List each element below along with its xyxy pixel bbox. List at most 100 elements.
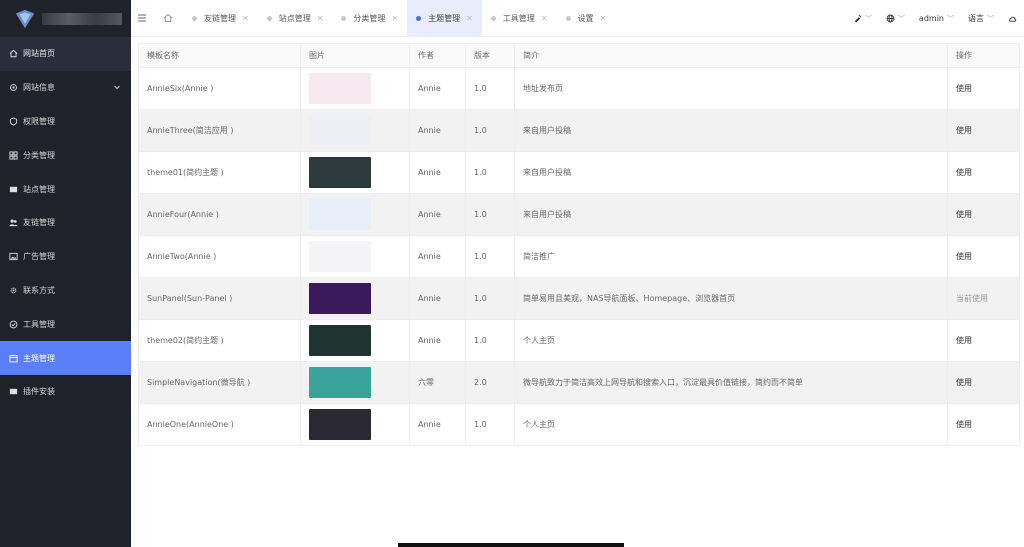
logo[interactable] <box>0 0 131 37</box>
chevron-down-icon <box>114 85 120 90</box>
theme-description: 微导航致力于简洁高效上网导航和搜索入口，沉淀最具价值链接，简约而不简单 <box>514 361 948 404</box>
chevron-down-icon: ﹀ <box>947 14 954 23</box>
theme-version: 2.0 <box>465 361 515 404</box>
theme-version: 1.0 <box>465 109 515 152</box>
sidebar-item-contact[interactable]: 联系方式 <box>0 274 131 308</box>
theme-action-cell: 使用 <box>947 193 1020 236</box>
horizontal-scrollbar[interactable] <box>398 543 624 547</box>
window-icon <box>8 184 18 194</box>
theme-thumbnail[interactable] <box>309 73 371 104</box>
use-theme-button[interactable]: 使用 <box>956 420 972 429</box>
tab-dot <box>490 15 496 21</box>
chevron-down-icon: ﹀ <box>864 14 872 23</box>
theme-thumbnail[interactable] <box>309 241 371 272</box>
theme-thumbnail[interactable] <box>309 325 371 356</box>
sidebar-item-label: 网站信息 <box>23 83 55 93</box>
theme-name: AnnieSix(Annie ) <box>138 67 301 110</box>
home-button[interactable] <box>153 0 183 37</box>
table-row: theme02(简约主题 ) Annie 1.0 个人主页 使用 <box>138 319 1020 362</box>
table-row: SunPanel(Sun-Panel ) Annie 1.0 简单易用且美观，NAS导… <box>138 277 1020 320</box>
theme-thumbnail-cell <box>300 109 410 152</box>
sidebar-item-permissions[interactable]: 权限管理 <box>0 105 131 139</box>
use-theme-button[interactable]: 使用 <box>956 84 972 93</box>
tab-sites[interactable]: 站点管理 ✕ <box>258 0 333 37</box>
check-shield-icon <box>8 319 18 329</box>
theme-thumbnail[interactable] <box>309 367 371 398</box>
sidebar-item-label: 工具管理 <box>23 319 55 329</box>
sidebar: 网站首页 网站信息 权限管理 分类管理 站点管理 友链管理 广告管理 联系方式 … <box>0 0 131 547</box>
sidebar-item-plugins[interactable]: 插件安装 <box>0 375 131 409</box>
theme-author: Annie <box>409 67 466 110</box>
sidebar-item-friend-links[interactable]: 友链管理 <box>0 206 131 240</box>
tab-friend-links[interactable]: 友链管理 ✕ <box>183 0 258 37</box>
theme-author: Annie <box>409 235 466 278</box>
theme-author: Annie <box>409 403 466 446</box>
theme-table-panel: 模板名称 图片 作者 版本 简介 操作 AnnieSix(Annie ) Anni… <box>131 37 1024 547</box>
shield-icon <box>8 116 18 126</box>
use-theme-button[interactable]: 使用 <box>956 336 972 345</box>
theme-thumbnail[interactable] <box>309 283 371 314</box>
use-theme-button[interactable]: 当前使用 <box>956 294 988 303</box>
theme-action-cell: 使用 <box>947 319 1020 362</box>
globe-button[interactable]: ﹀ <box>879 0 912 37</box>
site-name-blurred <box>42 12 122 25</box>
calendar-icon <box>8 353 18 363</box>
theme-description: 个人主页 <box>514 319 948 362</box>
sidebar-item-sites[interactable]: 站点管理 <box>0 172 131 206</box>
close-icon[interactable]: ✕ <box>317 14 324 23</box>
sidebar-item-themes[interactable]: 主题管理 <box>0 341 131 375</box>
close-icon[interactable]: ✕ <box>391 14 398 23</box>
use-theme-button[interactable]: 使用 <box>956 252 972 261</box>
tab-tools[interactable]: 工具管理 ✕ <box>482 0 557 37</box>
tab-categories[interactable]: 分类管理 ✕ <box>332 0 407 37</box>
sidebar-item-label: 权限管理 <box>23 116 55 126</box>
tab-settings[interactable]: 设置 ✕ <box>557 0 616 37</box>
menu-toggle-button[interactable] <box>131 0 153 37</box>
theme-thumbnail[interactable] <box>309 115 371 146</box>
close-icon[interactable]: ✕ <box>466 14 473 23</box>
theme-author: Annie <box>409 109 466 152</box>
theme-thumbnail-cell <box>300 319 410 362</box>
close-icon[interactable]: ✕ <box>541 14 548 23</box>
sidebar-item-label: 网站首页 <box>23 49 55 59</box>
use-theme-button[interactable]: 使用 <box>956 378 972 387</box>
sidebar-item-categories[interactable]: 分类管理 <box>0 138 131 172</box>
theme-version: 1.0 <box>465 235 515 278</box>
user-menu[interactable]: admin ﹀ <box>912 0 961 37</box>
column-header-name: 模板名称 <box>138 43 301 68</box>
sidebar-item-label: 广告管理 <box>23 252 55 262</box>
tab-themes[interactable]: 主题管理 ✕ <box>407 0 482 37</box>
theme-thumbnail-cell <box>300 235 410 278</box>
close-icon[interactable]: ✕ <box>242 14 249 23</box>
theme-switch-button[interactable]: ﹀ <box>846 0 879 37</box>
close-icon[interactable]: ✕ <box>600 14 607 23</box>
theme-thumbnail-cell <box>300 277 410 320</box>
sidebar-item-label: 联系方式 <box>23 285 55 295</box>
theme-version: 1.0 <box>465 67 515 110</box>
theme-description: 个人主页 <box>514 403 948 446</box>
theme-version: 1.0 <box>465 151 515 194</box>
theme-version: 1.0 <box>465 319 515 362</box>
sidebar-item-ads[interactable]: 广告管理 <box>0 240 131 274</box>
use-theme-button[interactable]: 使用 <box>956 126 972 135</box>
sidebar-item-tools[interactable]: 工具管理 <box>0 307 131 341</box>
cloud-button[interactable] <box>1001 0 1024 37</box>
column-header-description: 简介 <box>514 43 948 68</box>
table-row: AnnieThree(简洁应用 ) Annie 1.0 来自用户投稿 使用 <box>138 109 1020 152</box>
sidebar-item-home[interactable]: 网站首页 <box>0 37 131 71</box>
language-menu[interactable]: 语言 ﹀ <box>961 0 1001 37</box>
table-row: SimpleNavigation(微导航 ) 六零 2.0 微导航致力于简洁高效上网导… <box>138 361 1020 404</box>
tab-label: 站点管理 <box>278 13 311 23</box>
use-theme-button[interactable]: 使用 <box>956 210 972 219</box>
theme-thumbnail[interactable] <box>309 409 371 440</box>
theme-description: 来自用户投稿 <box>514 151 948 194</box>
theme-name: AnnieThree(简洁应用 ) <box>138 109 301 152</box>
tab-label: 设置 <box>577 13 594 23</box>
home-icon <box>163 13 173 22</box>
theme-thumbnail[interactable] <box>309 199 371 230</box>
users-icon <box>8 218 18 228</box>
sidebar-item-site-info[interactable]: 网站信息 <box>0 71 131 105</box>
top-bar-right: ﹀ ﹀ admin ﹀ 语言 ﹀ <box>846 0 1024 37</box>
use-theme-button[interactable]: 使用 <box>956 168 972 177</box>
theme-thumbnail[interactable] <box>309 157 371 188</box>
